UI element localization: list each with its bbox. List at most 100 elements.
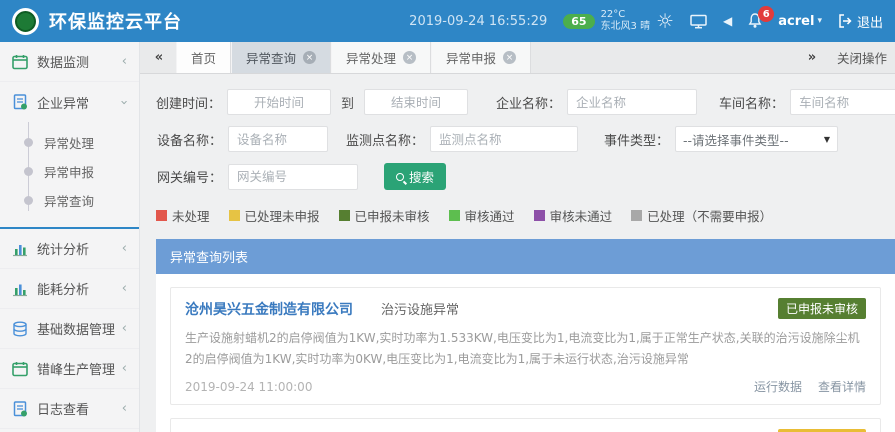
sidebar-item-label: 错峰生产管理 xyxy=(37,359,115,378)
sidebar-subitem-label: 异常处理 xyxy=(44,133,94,152)
legend-item: 审核未通过 xyxy=(534,206,613,225)
event-type-select[interactable]: --请选择事件类型-- ▼ xyxy=(675,126,838,152)
bullet-dot-icon xyxy=(24,196,33,205)
close-icon[interactable]: × xyxy=(503,51,516,64)
doc-icon xyxy=(12,94,28,110)
legend-swatch xyxy=(449,210,460,221)
search-form-row-1: 创建时间： 到 企业名称： 车间名称： xyxy=(156,89,895,115)
tab-abnormal-declare[interactable]: 异常申报 × xyxy=(431,42,531,73)
chevron-left-icon: ‹ xyxy=(122,361,127,376)
tab-label: 异常处理 xyxy=(346,48,396,67)
search-icon xyxy=(396,173,404,181)
scroll-tabs-right-icon[interactable]: » xyxy=(793,50,829,65)
scroll-tabs-left-icon[interactable]: « xyxy=(140,42,176,73)
query-result-panel: 异常查询列表 沧州昊兴五金制造有限公司 治污设施异常 已申报未审核 生产设施射蜡… xyxy=(156,239,895,432)
aqi-badge: 65 xyxy=(563,14,594,29)
status-legend: 未处理 已处理未申报 已申报未审核 审核通过 审核未通过 已处理（不需要申报） xyxy=(156,206,895,225)
calendar-icon xyxy=(12,361,28,377)
sidebar-item-peak-production[interactable]: 错峰生产管理 ‹ xyxy=(0,349,139,389)
company-name-input[interactable] xyxy=(567,89,697,115)
legend-swatch xyxy=(156,210,167,221)
sidebar-subitem-label: 异常申报 xyxy=(44,162,94,181)
tab-label: 异常申报 xyxy=(446,48,496,67)
tab-abnormal-handle[interactable]: 异常处理 × xyxy=(331,42,431,73)
logout-label: 退出 xyxy=(857,12,883,31)
sidebar-item-label: 统计分析 xyxy=(37,239,89,258)
event-type-label: 事件类型： xyxy=(604,130,669,149)
device-name-label: 设备名称： xyxy=(156,130,222,149)
sidebar-item-energy-analysis[interactable]: 能耗分析 ‹ xyxy=(0,269,139,309)
sidebar-item-base-data[interactable]: 基础数据管理 ‹ xyxy=(0,309,139,349)
chevron-left-icon: ‹ xyxy=(122,281,127,296)
speaker-icon[interactable]: ◀ xyxy=(723,14,732,28)
close-operations-menu[interactable]: 关闭操作 xyxy=(829,48,895,67)
bar-chart-icon xyxy=(12,241,28,257)
create-time-label: 创建时间： xyxy=(156,93,221,112)
monitor-point-label: 监测点名称： xyxy=(346,130,424,149)
search-form-row-2: 设备名称： 监测点名称： 事件类型： --请选择事件类型-- ▼ xyxy=(156,126,895,152)
legend-item: 已处理未申报 xyxy=(229,206,320,225)
top-header: 环保监控云平台 2019-09-24 16:55:29 65 22°C 东北风3… xyxy=(0,0,895,42)
sidebar-item-abnormal-declare[interactable]: 异常申报 xyxy=(0,157,139,186)
monitor-icon[interactable] xyxy=(690,14,707,29)
tab-label: 异常查询 xyxy=(246,48,296,67)
bar-chart-icon xyxy=(12,281,28,297)
list-item: 沧州昊兴五金制造有限公司 治污设施异常 已申报未审核 生产设施射蜡机2的启停阀值… xyxy=(170,287,881,405)
user-menu[interactable]: acrel ▾ xyxy=(778,14,822,29)
tab-abnormal-query[interactable]: 异常查询 × xyxy=(231,42,331,73)
username-label: acrel xyxy=(778,14,814,29)
weather-widget: 65 22°C 东北风3 晴 ☼ xyxy=(563,9,674,34)
notification-bell-icon[interactable]: 6 xyxy=(748,13,762,29)
sidebar-item-log-view[interactable]: 日志查看 ‹ xyxy=(0,389,139,429)
gateway-number-label: 网关编号： xyxy=(156,167,222,186)
database-icon xyxy=(12,321,28,337)
sidebar-item-statistics[interactable]: 统计分析 ‹ xyxy=(0,229,139,269)
workshop-name-label: 车间名称： xyxy=(719,93,784,112)
calendar-icon xyxy=(12,54,28,70)
app-title: 环保监控云平台 xyxy=(49,8,182,34)
legend-swatch xyxy=(229,210,240,221)
legend-item: 已申报未审核 xyxy=(339,206,430,225)
sidebar-item-label: 基础数据管理 xyxy=(37,319,115,338)
select-caret-icon: ▼ xyxy=(824,135,830,144)
workshop-name-input[interactable] xyxy=(790,89,895,115)
run-data-link[interactable]: 运行数据 xyxy=(754,378,802,395)
sidebar-item-abnormal-query[interactable]: 异常查询 xyxy=(0,186,139,215)
legend-item: 已处理（不需要申报） xyxy=(631,206,772,225)
legend-swatch xyxy=(339,210,350,221)
legend-item: 未处理 xyxy=(156,206,210,225)
sidebar-item-data-monitor[interactable]: 数据监测 ‹ xyxy=(0,42,139,82)
sidebar: 数据监测 ‹ 企业异常 ‹ 异常处理 异常申报 异常查询 xyxy=(0,42,140,432)
monitor-point-input[interactable] xyxy=(430,126,578,152)
close-icon[interactable]: × xyxy=(403,51,416,64)
wind-label: 东北风3 晴 xyxy=(601,21,651,34)
sidebar-item-label: 日志查看 xyxy=(37,399,89,418)
temperature-label: 22°C xyxy=(601,9,651,22)
close-icon[interactable]: × xyxy=(303,51,316,64)
search-form-row-3: 网关编号： 搜索 xyxy=(156,163,895,190)
search-button-label: 搜索 xyxy=(409,167,434,186)
company-name-link[interactable]: 沧州昊兴五金制造有限公司 xyxy=(185,299,353,319)
gateway-number-input[interactable] xyxy=(228,164,358,190)
start-time-input[interactable] xyxy=(227,89,331,115)
chevron-left-icon: ‹ xyxy=(122,241,127,256)
chevron-left-icon: ‹ xyxy=(122,321,127,336)
event-description: 生产设施射蜡机2的启停阀值为1KW,实时功率为1.533KW,电压变比为1,电流… xyxy=(185,328,866,370)
app-window: 环保监控云平台 2019-09-24 16:55:29 65 22°C 东北风3… xyxy=(0,0,895,432)
chevron-left-icon: ‹ xyxy=(122,401,127,416)
sidebar-item-enterprise-abnormal[interactable]: 企业异常 ‹ xyxy=(0,82,139,122)
logout-button[interactable]: 退出 xyxy=(838,12,883,31)
view-detail-link[interactable]: 查看详情 xyxy=(818,378,866,395)
to-label: 到 xyxy=(341,93,354,112)
sidebar-item-abnormal-handle[interactable]: 异常处理 xyxy=(0,128,139,157)
end-time-input[interactable] xyxy=(364,89,468,115)
doc-icon xyxy=(12,401,28,417)
search-button[interactable]: 搜索 xyxy=(384,163,446,190)
logout-icon xyxy=(838,14,852,28)
tab-label: 首页 xyxy=(191,48,216,67)
device-name-input[interactable] xyxy=(228,126,328,152)
panel-title: 异常查询列表 xyxy=(156,239,895,274)
datetime-display: 2019-09-24 16:55:29 xyxy=(409,14,547,29)
tab-home[interactable]: 首页 xyxy=(176,42,231,73)
event-type-selected-value: --请选择事件类型-- xyxy=(683,130,789,149)
